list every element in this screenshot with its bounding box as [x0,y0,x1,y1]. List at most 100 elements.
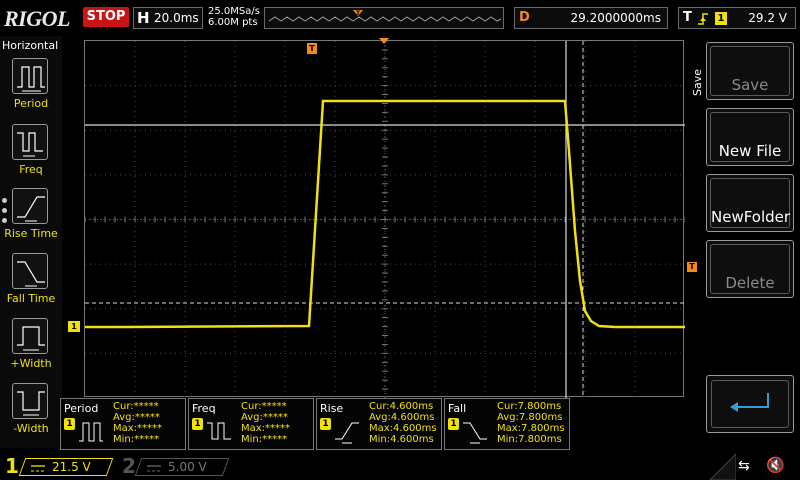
delete-button-label: Delete [725,274,775,292]
measure-fall-time-item[interactable]: Fall Time [0,253,62,317]
save-button-label: Save [731,76,769,94]
measurement-period[interactable]: Period 1 Cur:***** Avg:***** Max:***** M… [60,398,186,450]
memory-position-bar[interactable]: T [264,7,504,29]
measurement-channel-badge: 1 [64,418,75,430]
measurement-freq[interactable]: Freq 1 Cur:***** Avg:***** Max:***** Min… [188,398,314,450]
trigger-source-badge: 1 [715,12,727,25]
measurement-min: Min:7.800ms [497,434,562,445]
measurement-cur: Cur:***** [241,401,287,412]
measurement-stats: Cur:7.800ms Avg:7.800ms Max:7.800ms Min:… [497,401,565,445]
measurement-fall[interactable]: Fall 1 Cur:7.800ms Avg:7.800ms Max:7.800… [444,398,570,450]
memory-waveform-icon: T [268,10,502,22]
timebase-tag: H [137,9,150,27]
measurement-channel-badge: 1 [192,418,203,430]
return-arrow-icon [730,393,769,412]
measurement-cur: Cur:4.600ms [369,401,434,412]
trigger-position-marker[interactable]: T [307,43,317,54]
measure-period-item[interactable]: Period [0,58,62,122]
frequency-icon [207,422,231,440]
ch1-scale-value: 21.5 V [52,460,91,474]
positive-width-icon [12,318,48,354]
ch2-number: 2 [122,454,136,478]
measure-freq-item[interactable]: Freq [0,124,62,188]
measurement-title: Rise [320,402,344,415]
period-icon [12,58,48,94]
delay-tag: D [519,10,530,25]
measurement-stats: Cur:***** Avg:***** Max:***** Min:***** [241,401,290,445]
top-status-bar: RIGOL STOP H 20.0ms 25.0MSa/s 6.00M pts … [0,0,800,36]
delay-center-marker-icon [379,38,389,44]
period-label: Period [13,97,49,110]
delete-button[interactable]: Delete [706,240,794,298]
measurement-max: Max:***** [113,423,163,434]
measurement-title: Fall [448,402,467,415]
status-corner-decor-icon [709,453,736,480]
new-folder-button-label: NewFolder [711,208,791,226]
rise-time-icon [12,188,48,224]
channel-status-bar: 1 21.5 V 2 5.00 V ⇆ 🔇 [0,452,800,480]
speaker-muted-icon[interactable]: 🔇 [766,456,785,474]
measurement-min: Min:4.600ms [369,434,434,445]
negative-width-label: -Width [13,422,49,435]
trigger-tag: T [683,10,692,25]
ch2-status[interactable]: 2 5.00 V [118,454,230,478]
measure-rise-time-item[interactable]: Rise Time [0,188,62,252]
save-button[interactable]: Save [706,42,794,100]
ch1-number: 1 [5,454,19,478]
dc-coupling-icon [147,465,161,472]
measurement-avg: Avg:4.600ms [369,412,435,423]
waveform-display[interactable] [84,40,685,398]
measurement-cur: Cur:***** [113,401,159,412]
negative-width-icon [12,383,48,419]
freq-label: Freq [19,163,43,176]
measurement-rise[interactable]: Rise 1 Cur:4.600ms Avg:4.600ms Max:4.600… [316,398,442,450]
run-stop-indicator[interactable]: STOP [83,7,129,27]
measure-menu: Horizontal Period Freq Rise Time Fall Ti… [0,36,62,448]
positive-width-label: +Width [10,357,52,370]
measurement-min: Min:***** [113,434,160,445]
trigger-level-value: 29.2 V [748,11,787,25]
measurement-stats: Cur:4.600ms Avg:4.600ms Max:4.600ms Min:… [369,401,437,445]
fall-time-icon [12,253,48,289]
new-file-button-label: New File [718,142,782,160]
measurement-title: Freq [192,402,216,415]
measurement-stats: Cur:***** Avg:***** Max:***** Min:***** [113,401,162,445]
period-icon [79,422,103,442]
measurement-avg: Avg:***** [113,412,160,423]
timebase-box[interactable]: H 20.0ms [133,7,203,29]
measurement-max: Max:4.600ms [369,423,437,434]
rise-time-label: Rise Time [4,227,58,240]
trigger-box[interactable]: T 1 29.2 V [678,7,796,29]
ch1-status[interactable]: 1 21.5 V [0,454,114,478]
measure-negative-width-item[interactable]: -Width [0,383,62,447]
measurement-title: Period [64,402,99,415]
new-folder-button[interactable]: NewFolder [706,174,794,232]
back-button[interactable] [706,375,794,433]
usb-icon: ⇆ [738,458,750,474]
ch1-ground-marker[interactable]: 1 [68,321,80,332]
measurement-avg: Avg:7.800ms [497,412,563,423]
measurement-cur: Cur:7.800ms [497,401,562,412]
measure-menu-title: Horizontal [2,39,59,52]
memory-depth: 6.00M pts [208,17,258,28]
save-menu-title: Save [691,68,704,96]
ch2-scale-value: 5.00 V [168,460,207,474]
timebase-value: 20.0ms [154,11,199,25]
delay-box[interactable]: D 29.2000000ms [514,7,668,29]
fall-time-icon [463,422,487,444]
measurement-avg: Avg:***** [241,412,288,423]
measurement-max: Max:7.800ms [497,423,565,434]
new-file-button[interactable]: New File [706,108,794,166]
rise-time-icon [335,422,359,444]
fall-time-label: Fall Time [6,292,56,305]
delay-value: 29.2000000ms [570,11,661,25]
measurement-max: Max:***** [241,423,291,434]
measure-positive-width-item[interactable]: +Width [0,318,62,382]
frequency-icon [12,124,48,160]
sample-rate: 25.0MSa/s [208,6,260,17]
dc-coupling-icon [31,465,45,472]
rising-edge-icon [698,13,708,25]
acquisition-info: 25.0MSa/s 6.00M pts [208,6,260,28]
measurement-channel-badge: 1 [448,418,459,430]
graticule [85,41,685,398]
